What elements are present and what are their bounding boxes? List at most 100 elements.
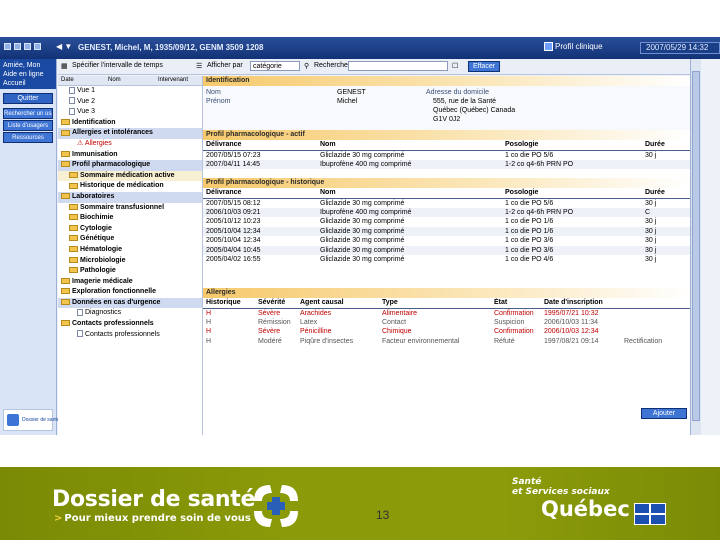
history-profile-table: Délivrance Nom Posologie Durée 2007/05/1…	[203, 188, 690, 265]
tree-node[interactable]: Pathologie	[58, 266, 202, 277]
tree-node-label: Imagerie médicale	[72, 277, 133, 285]
tree-node[interactable]: Contacts professionnels	[58, 319, 202, 330]
history-col-duration[interactable]: Durée	[642, 188, 690, 199]
nav-button-search[interactable]: Rechercher un usager	[3, 108, 53, 119]
record-content: Identification Nom GENEST Prénom Michel …	[203, 76, 690, 435]
tree-col-provider[interactable]: Intervenant	[158, 77, 188, 83]
table-row[interactable]: 2007/05/15 07:23 Gliclazide 30 mg comprim…	[203, 150, 690, 160]
quit-button[interactable]: Quitter	[3, 93, 53, 104]
tree-node[interactable]: Imagerie médicale	[58, 277, 202, 288]
window-controls[interactable]	[4, 43, 50, 53]
search-input[interactable]	[348, 61, 448, 71]
scrollbar-thumb[interactable]	[692, 71, 700, 421]
tree-node[interactable]: Biochimie	[58, 213, 202, 224]
table-cell: Modéré	[258, 337, 282, 345]
address-line-2: Québec (Québec) Canada	[433, 107, 516, 114]
tree-node[interactable]: Historique de médication	[58, 181, 202, 192]
table-row[interactable]: H Modéré Piqûre d'insectes Facteur environn…	[203, 337, 690, 347]
tree-node[interactable]: Vue 1	[58, 86, 202, 97]
vertical-scrollbar[interactable]	[690, 59, 701, 435]
help-link[interactable]: Aide en ligne	[3, 70, 53, 79]
table-cell: Gliclazide 30 mg comprimé	[320, 199, 405, 207]
table-row[interactable]: 2005/10/04 12:34 Gliclazide 30 mg comprim…	[203, 226, 690, 236]
allergy-col-date[interactable]: Date d'inscription	[541, 298, 621, 309]
table-row[interactable]: 2005/10/12 10:23 Gliclazide 30 mg comprim…	[203, 217, 690, 227]
table-row[interactable]: 2007/04/11 14:45 Ibuprofène 400 mg compri…	[203, 159, 690, 169]
table-row[interactable]: 2007/05/15 08:12 Gliclazide 30 mg comprim…	[203, 198, 690, 208]
table-row[interactable]: 2005/04/04 10:45 Gliclazide 30 mg comprim…	[203, 245, 690, 255]
tree-col-name[interactable]: Nom	[108, 77, 121, 83]
calendar-icon[interactable]: ▦	[61, 62, 68, 70]
nav-button-user-list[interactable]: Liste d'usagers	[3, 120, 53, 131]
table-cell	[621, 318, 690, 328]
allergy-col-state[interactable]: État	[491, 298, 541, 309]
table-cell: Rémission	[258, 318, 291, 326]
table-cell: Gliclazide 30 mg comprimé	[317, 226, 502, 236]
profile-icon	[544, 42, 553, 52]
tree-node[interactable]: Vue 3	[58, 107, 202, 118]
tree-node[interactable]: ⚠ Allergies	[58, 139, 202, 150]
allergy-col-history[interactable]: Historique	[203, 298, 255, 309]
nav-button-resources[interactable]: Ressources	[3, 132, 53, 143]
table-row[interactable]: 2005/10/04 12:34 Gliclazide 30 mg comprim…	[203, 236, 690, 246]
tree-node[interactable]: Vue 2	[58, 97, 202, 108]
display-by-select[interactable]: catégorie	[250, 61, 300, 71]
table-row[interactable]: 2005/04/02 16:55 Gliclazide 30 mg comprim…	[203, 255, 690, 265]
table-cell: 1 co die PO 4/6	[505, 256, 554, 264]
user-panel: Amiée, Mon Aide en ligne Accueil	[0, 59, 56, 89]
tree-node[interactable]: Sommaire transfusionnel	[58, 203, 202, 214]
profile-button[interactable]: Profil clinique	[544, 42, 603, 52]
tree-node-label: Sommaire médication active	[80, 171, 175, 179]
folder-icon	[61, 150, 70, 157]
tree-node[interactable]: Profil pharmacologique	[58, 160, 202, 171]
tree-node[interactable]: Cytologie	[58, 224, 202, 235]
tree-node-label: Laboratoires	[72, 192, 115, 200]
firstname-value: Michel	[337, 98, 358, 105]
tree-node[interactable]: Diagnostics	[58, 308, 202, 319]
table-cell: 30 j	[645, 199, 657, 207]
history-profile-rows: 2007/05/15 08:12 Gliclazide 30 mg comprim…	[203, 198, 690, 265]
tree-node[interactable]: Immunisation	[58, 150, 202, 161]
table-row[interactable]: H Sévère Arachides Alimentaire Confirmation 1…	[203, 308, 690, 318]
tree-node[interactable]: Contacts professionnels	[58, 330, 202, 341]
home-link[interactable]: Accueil	[3, 79, 53, 88]
table-row[interactable]: 2006/10/03 09:21 Ibuprofène 400 mg compri…	[203, 207, 690, 217]
tree-node[interactable]: Hématologie	[58, 245, 202, 256]
active-col-delivery[interactable]: Délivrance	[203, 140, 317, 151]
tree-node[interactable]: Identification	[58, 118, 202, 129]
history-col-name[interactable]: Nom	[317, 188, 502, 199]
active-col-name[interactable]: Nom	[317, 140, 502, 151]
nav-arrows-icon[interactable]: ◀ ▼	[56, 42, 72, 51]
active-col-duration[interactable]: Durée	[642, 140, 690, 151]
allergies-rows: H Sévère Arachides Alimentaire Confirmation 1…	[203, 308, 690, 346]
active-col-dosage[interactable]: Posologie	[502, 140, 642, 151]
address-line-3: G1V 0J2	[433, 116, 461, 123]
tree-node[interactable]: Exploration fonctionnelle	[58, 287, 202, 298]
tree-node[interactable]: Génétique	[58, 234, 202, 245]
history-col-delivery[interactable]: Délivrance	[203, 188, 317, 199]
tree-node[interactable]: Laboratoires	[58, 191, 202, 203]
tree-node[interactable]: Microbiologie	[58, 256, 202, 267]
allergy-col-severity[interactable]: Sévérité	[255, 298, 297, 309]
tree-node[interactable]: Allergies et intolérances	[58, 128, 202, 139]
table-cell: Confirmation	[494, 309, 534, 317]
address-label: Adresse du domicile	[426, 89, 490, 96]
checkbox-icon[interactable]: ☐	[452, 62, 458, 70]
allergy-col-agent[interactable]: Agent causal	[297, 298, 379, 309]
table-cell: 30 j	[645, 237, 657, 245]
allergy-col-type[interactable]: Type	[379, 298, 491, 309]
table-row[interactable]: H Sévère Pénicilline Chimique Confirmation 20…	[203, 327, 690, 337]
tree-node[interactable]: Données en cas d'urgence	[58, 297, 202, 309]
table-cell: Chimique	[382, 328, 412, 336]
tree-col-date[interactable]: Date	[61, 77, 74, 83]
table-row[interactable]: H Rémission Latex Contact Suspicion 2006/10/0…	[203, 318, 690, 328]
quebec-flag-icon	[634, 503, 666, 525]
clear-button[interactable]: Effacer	[468, 61, 501, 72]
table-cell	[642, 159, 690, 169]
history-col-dosage[interactable]: Posologie	[502, 188, 642, 199]
tree-node[interactable]: Sommaire médication active	[58, 170, 202, 182]
add-button[interactable]: Ajouter	[641, 408, 687, 419]
document-icon	[69, 86, 75, 94]
period-label[interactable]: Spécifier l'intervalle de temps	[72, 62, 163, 69]
table-cell: 1 co die PO 3/6	[505, 237, 554, 245]
